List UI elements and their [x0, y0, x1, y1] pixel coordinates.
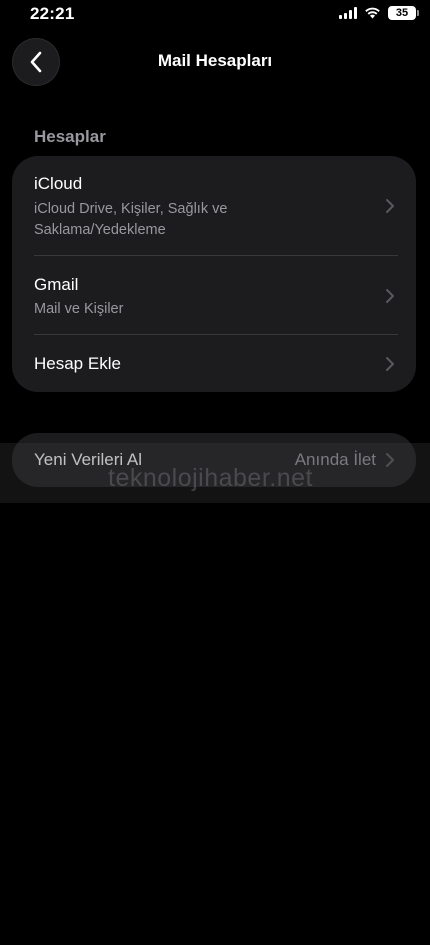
chevron-right-icon — [386, 199, 394, 213]
account-subtitle: Mail ve Kişiler — [34, 301, 124, 317]
section-header-accounts: Hesaplar — [34, 127, 106, 146]
account-row-gmail[interactable]: Gmail Mail ve Kişiler — [12, 256, 416, 334]
status-bar: 22:21 35 — [0, 0, 430, 30]
wifi-icon — [365, 7, 380, 19]
accounts-list: iCloud iCloud Drive, Kişiler, Sağlık ve … — [12, 156, 416, 392]
fetch-new-data-row[interactable]: Yeni Verileri Al Anında İlet — [12, 433, 416, 487]
chevron-right-icon — [386, 357, 394, 371]
account-title: iCloud — [34, 174, 83, 193]
status-icons: 35 — [339, 6, 419, 20]
chevron-right-icon — [386, 453, 394, 467]
fetch-label: Yeni Verileri Al — [34, 450, 143, 469]
status-time: 22:21 — [30, 4, 75, 23]
battery-level: 35 — [395, 7, 409, 19]
chevron-right-icon — [386, 289, 394, 303]
fetch-value: Anında İlet — [294, 450, 376, 469]
account-row-icloud[interactable]: iCloud iCloud Drive, Kişiler, Sağlık ve … — [12, 156, 416, 255]
account-title: Gmail — [34, 275, 79, 294]
add-account-row[interactable]: Hesap Ekle — [12, 335, 416, 392]
battery-icon: 35 — [388, 6, 419, 20]
add-account-label: Hesap Ekle — [34, 354, 121, 373]
account-subtitle: iCloud Drive, Kişiler, Sağlık ve Saklama… — [34, 201, 228, 238]
page-title: Mail Hesapları — [157, 51, 273, 70]
signal-icon — [339, 7, 357, 19]
